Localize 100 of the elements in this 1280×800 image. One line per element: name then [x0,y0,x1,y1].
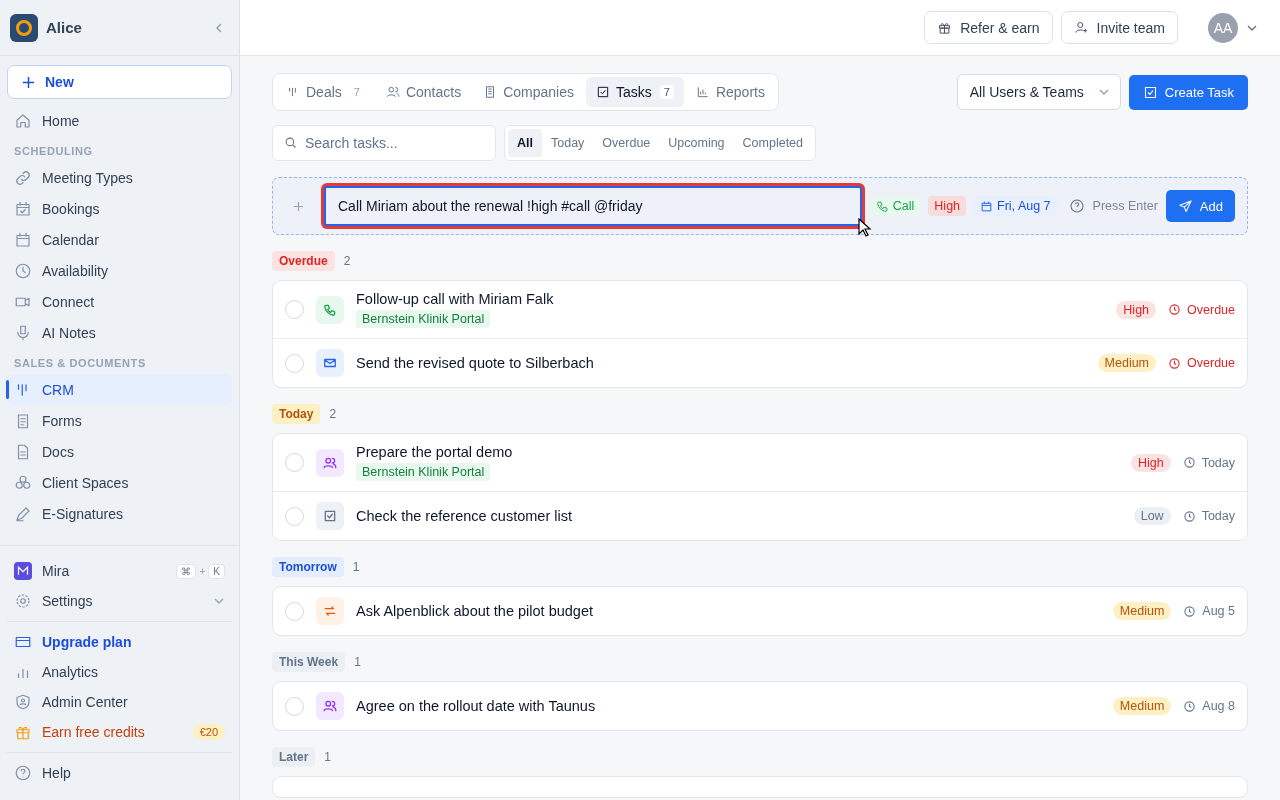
due-date: Aug 8 [1183,699,1235,713]
tab[interactable]: Reports [685,77,775,107]
sidebar-item[interactable]: Forms [7,405,232,436]
sidebar-item[interactable]: Home [7,105,232,136]
workspace-name: Alice [46,19,83,36]
due-date: Today [1182,455,1235,470]
circles-icon [14,473,32,492]
sidebar-item[interactable]: Earn free credits €20 [7,717,232,747]
sidebar-item[interactable]: Meeting Types [7,162,232,193]
section-heading: SCHEDULING [13,144,94,159]
group-count: 2 [343,254,351,268]
sidebar-item[interactable]: CRM [7,374,232,405]
group-label: Later [272,747,316,767]
todo-icon [316,502,344,530]
filter-tab[interactable]: Overdue [593,129,660,157]
owner-dropdown[interactable]: All Users & Teams [956,74,1121,110]
type-chip: Call [869,196,921,216]
sidebar-item[interactable]: Docs [7,436,232,467]
sidebar-item[interactable]: Admin Center [7,687,232,717]
filter-tab[interactable]: All [508,129,542,157]
hint-text: Press Enter [1092,199,1158,213]
priority-badge: Medium [1097,354,1157,372]
task-input[interactable]: Call Miriam about the renewal !high #call @friday [324,186,862,226]
add-user-icon [1073,20,1089,35]
calendar-icon [980,199,994,213]
meeting-icon [316,692,344,720]
tab-count: 7 [659,85,674,99]
logo-icon [10,13,38,42]
help-item[interactable]: Help [7,758,232,788]
section-heading: SALES & DOCUMENTS [13,356,147,371]
tab[interactable]: Tasks 7 [586,77,684,107]
sidebar-item[interactable]: Connect [7,286,232,317]
credit-badge: €20 [192,724,225,740]
clock-icon [1168,356,1182,370]
project-tag: Bernstein Klinik Portal [356,463,491,481]
send-icon [1177,198,1193,214]
bar-chart-icon [695,85,710,99]
priority-badge: High [1116,300,1157,319]
sidebar-item[interactable]: Upgrade plan [7,627,232,657]
tab[interactable]: Companies [473,77,584,107]
sidebar-item[interactable]: Bookings [7,193,232,224]
settings-item[interactable]: Settings [7,586,232,616]
sidebar-item[interactable]: Availability [7,255,232,286]
group-count: 1 [354,655,361,669]
clock-icon [14,261,32,280]
sidebar-item[interactable]: Calendar [7,224,232,255]
help-icon [14,764,32,782]
priority-chip: High [928,196,967,216]
priority-badge: Low [1133,507,1171,525]
phone-icon [875,199,889,213]
call-icon [316,295,344,324]
task-title[interactable]: Ask Alpenblick about the pilot budget [356,603,593,619]
group-label: Today [272,404,321,424]
shortcut-key: K [208,563,225,579]
mouse-cursor-icon [858,218,872,238]
due-date: Overdue [1168,302,1235,317]
gift-icon [937,20,953,35]
group-count: 1 [324,750,332,764]
filter-tab[interactable]: Completed [733,129,813,157]
search-field[interactable]: Search tasks... [272,125,496,161]
sidebar-item[interactable]: Analytics [7,657,232,687]
task-title[interactable]: Send the revised quote to Silberbach [356,355,594,371]
filter-tab[interactable]: Today [542,129,594,157]
shortcut-key: + [199,565,206,577]
create-task-button[interactable]: Create Task [1128,74,1248,110]
new-button[interactable]: New [7,65,232,99]
tab[interactable]: Deals 7 [276,77,374,107]
shortcut-key: ⌘ [176,563,197,579]
clock-icon [1182,456,1196,469]
task-title[interactable]: Agree on the rollout date with Taunus [356,698,596,714]
clock-icon [1168,303,1182,316]
microphone-icon [14,323,32,342]
group-count: 1 [352,560,360,574]
assistant-item[interactable]: Mira ⌘ + K [7,556,232,586]
sidebar-item[interactable]: AI Notes [7,317,232,348]
followup-icon [316,597,344,625]
due-date: Today [1182,509,1235,523]
email-icon [316,349,344,377]
group-label: This Week [272,652,346,672]
meeting-icon [316,448,344,477]
sidebar-item[interactable]: E-Signatures [7,498,232,529]
task-title[interactable]: Check the reference customer list [356,508,572,524]
header-button[interactable]: Refer & earn [924,11,1053,44]
group-label: Overdue [272,251,335,271]
tab-count: 7 [352,85,361,99]
task-title[interactable]: Prepare the portal demo [356,444,513,460]
group-label: Tomorrow [272,557,344,577]
task-title[interactable]: Follow-up call with Miriam Falk [356,291,554,307]
calendar-icon [14,230,32,249]
filter-tab[interactable]: Upcoming [659,129,734,157]
shield-icon [14,693,32,711]
tab[interactable]: Contacts [375,77,472,107]
header-button[interactable]: Invite team [1060,11,1178,44]
group-count: 2 [329,407,337,421]
plus-icon [293,200,304,212]
help-icon[interactable] [1068,198,1085,214]
collapse-icon[interactable] [213,21,225,34]
sidebar-item[interactable]: Client Spaces [7,467,232,498]
link-icon [14,168,32,187]
add-button[interactable]: Add [1165,190,1235,222]
